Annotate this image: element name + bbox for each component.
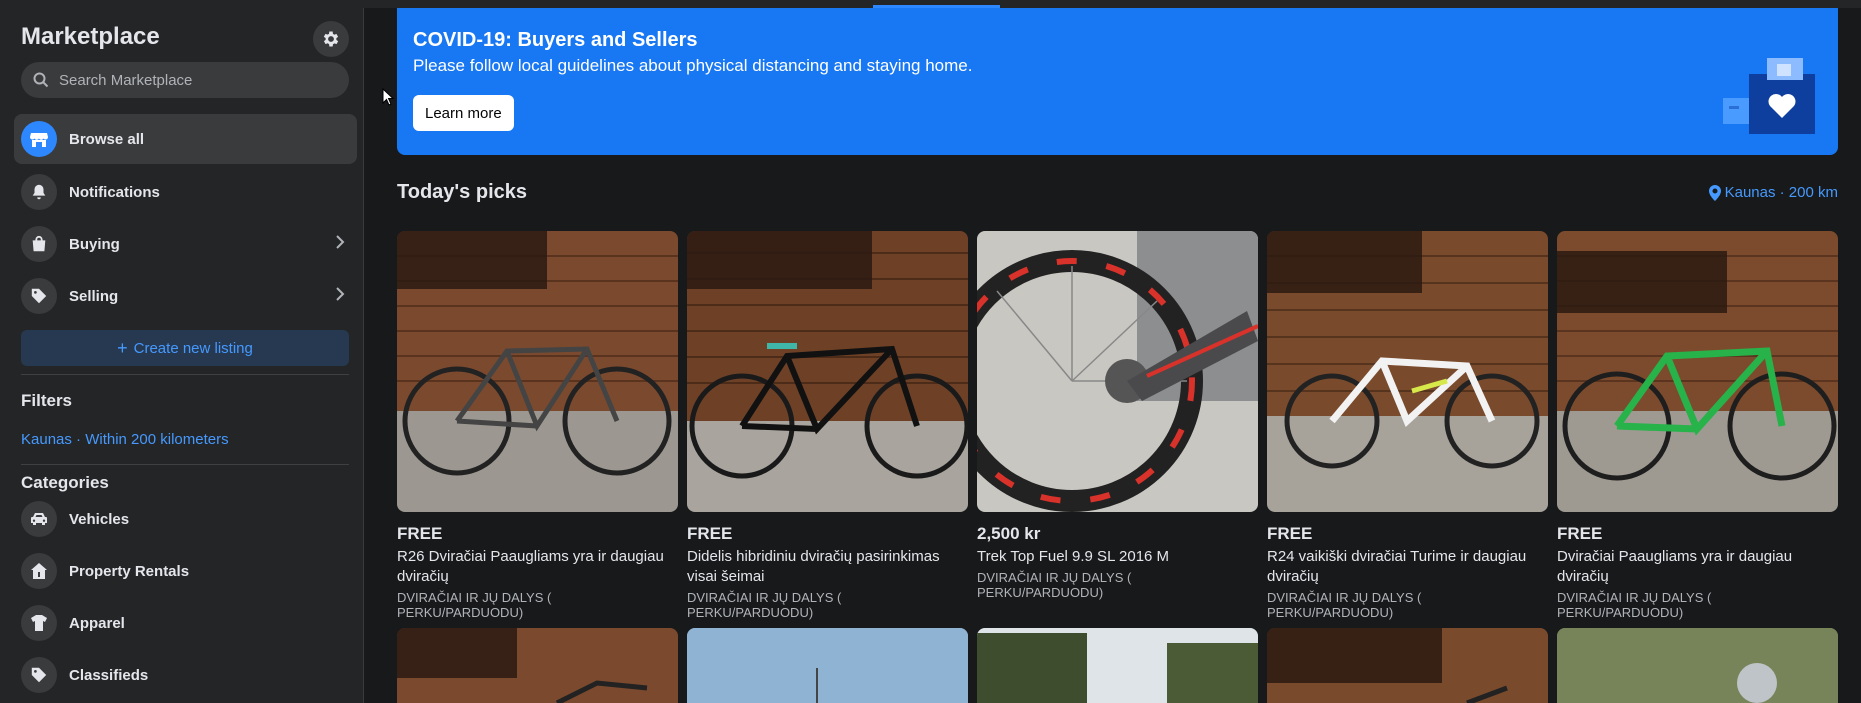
location-filter-link[interactable]: Kaunas · Within 200 kilometers [21, 431, 229, 448]
category-label: Classifieds [69, 666, 149, 684]
listing-price: FREE [397, 524, 443, 543]
categories-heading: Categories [21, 473, 109, 492]
listing-image[interactable] [397, 231, 678, 512]
listing-category: DVIRAČIAI IR JŲ DALYS ( PERKU/PARDUODU) [397, 590, 552, 620]
divider [21, 464, 349, 465]
listing-card[interactable]: FREE Dviračiai Paaugliams yra ir daugiau… [1557, 231, 1838, 620]
listing-card[interactable]: FREE R24 vaikiški dviračiai Turime ir da… [1267, 231, 1548, 620]
banner-subtitle: Please follow local guidelines about phy… [413, 56, 973, 75]
listing-category: DVIRAČIAI IR JŲ DALYS ( PERKU/PARDUODU) [977, 570, 1132, 600]
price-tag-icon [31, 288, 47, 304]
learn-more-button[interactable]: Learn more [413, 95, 514, 131]
location-pin-icon [1708, 184, 1721, 201]
covid-banner: COVID-19: Buyers and Sellers Please foll… [397, 8, 1838, 155]
listing-title: Dviračiai Paaugliams yra ir daugiau dvir… [1557, 548, 1793, 585]
sidebar-item-selling[interactable]: Selling [14, 271, 357, 321]
category-label: Property Rentals [69, 562, 190, 580]
listing-image [1267, 628, 1508, 703]
filters-heading: Filters [21, 391, 73, 410]
search-input[interactable] [57, 70, 341, 90]
listing-title: Trek Top Fuel 9.9 SL 2016 M [977, 548, 1170, 565]
category-property-rentals[interactable]: Property Rentals [14, 546, 357, 596]
marketplace-sidebar: Marketplace Browse all Notifications Buy… [0, 8, 364, 703]
banner-title: COVID-19: Buyers and Sellers [413, 29, 698, 51]
listing-image [977, 628, 1258, 703]
listing-title: Didelis hibridiniu dviračių pasirinkimas… [687, 548, 940, 585]
sidebar-item-label: Browse all [69, 130, 145, 148]
car-icon [31, 513, 47, 525]
sidebar-item-browse-all[interactable]: Browse all [14, 114, 357, 164]
storefront-icon [30, 133, 48, 147]
create-listing-label: Create new listing [133, 339, 253, 357]
category-label: Apparel [69, 614, 125, 632]
house-icon [31, 563, 47, 579]
listing-card[interactable] [1267, 628, 1548, 703]
todays-picks-heading: Today's picks [397, 181, 527, 203]
main-content: COVID-19: Buyers and Sellers Please foll… [364, 0, 1861, 703]
settings-button[interactable] [313, 21, 349, 57]
search-bar[interactable] [21, 62, 349, 98]
listing-card[interactable]: 2,500 kr Trek Top Fuel 9.9 SL 2016 M DVI… [977, 231, 1258, 600]
listing-card[interactable]: FREE R26 Dviračiai Paaugliams yra ir dau… [397, 231, 678, 620]
listing-category: DVIRAČIAI IR JŲ DALYS ( PERKU/PARDUODU) [687, 590, 842, 620]
sidebar-item-label: Notifications [69, 183, 160, 201]
sidebar-item-label: Buying [69, 235, 120, 253]
divider [21, 374, 349, 375]
listing-card[interactable]: FREE Didelis hibridiniu dviračių pasirin… [687, 231, 968, 620]
listing-image [1557, 628, 1838, 703]
listing-image[interactable] [1267, 231, 1548, 512]
listing-title: R24 vaikiški dviračiai Turime ir daugiau… [1267, 548, 1527, 585]
listing-image[interactable] [1557, 231, 1838, 512]
listing-price: FREE [1267, 524, 1313, 543]
category-classifieds[interactable]: Classifieds [14, 650, 357, 700]
listing-title: R26 Dviračiai Paaugliams yra ir daugiau … [397, 548, 664, 585]
listing-price: 2,500 kr [977, 524, 1041, 543]
bell-icon [32, 184, 46, 200]
tshirt-icon [31, 615, 47, 631]
listing-image[interactable] [977, 231, 1258, 512]
chevron-right-icon [336, 235, 345, 249]
gear-icon [323, 31, 339, 47]
listing-price: FREE [687, 524, 733, 543]
listing-card[interactable] [687, 628, 968, 703]
plus-icon: + [117, 337, 128, 358]
listing-category: DVIRAČIAI IR JŲ DALYS ( PERKU/PARDUODU) [1267, 590, 1422, 620]
listing-card[interactable] [1557, 628, 1838, 703]
category-vehicles[interactable]: Vehicles [14, 494, 357, 544]
sidebar-item-label: Selling [69, 287, 119, 305]
mouse-cursor-icon [382, 88, 394, 106]
sidebar-item-buying[interactable]: Buying [14, 219, 357, 269]
category-apparel[interactable]: Apparel [14, 598, 357, 648]
listing-image [397, 628, 648, 703]
sidebar-item-notifications[interactable]: Notifications [14, 167, 357, 217]
search-icon [33, 72, 49, 88]
listing-price: FREE [1557, 524, 1603, 543]
heart-box-illustration [1723, 58, 1815, 134]
category-label: Vehicles [69, 510, 130, 528]
location-label: Kaunas · 200 km [1724, 184, 1838, 201]
listing-card[interactable] [397, 628, 678, 703]
listing-card[interactable] [977, 628, 1258, 703]
listing-image[interactable] [687, 231, 968, 512]
sidebar-title: Marketplace [21, 23, 160, 50]
listing-image [687, 628, 968, 703]
chevron-right-icon [336, 287, 345, 301]
create-new-listing-button[interactable]: + Create new listing [21, 330, 349, 366]
shopping-bag-icon [32, 235, 46, 252]
price-tag-icon [31, 667, 47, 683]
location-selector[interactable]: Kaunas · 200 km [1708, 184, 1838, 201]
listing-category: DVIRAČIAI IR JŲ DALYS ( PERKU/PARDUODU) [1557, 590, 1712, 620]
